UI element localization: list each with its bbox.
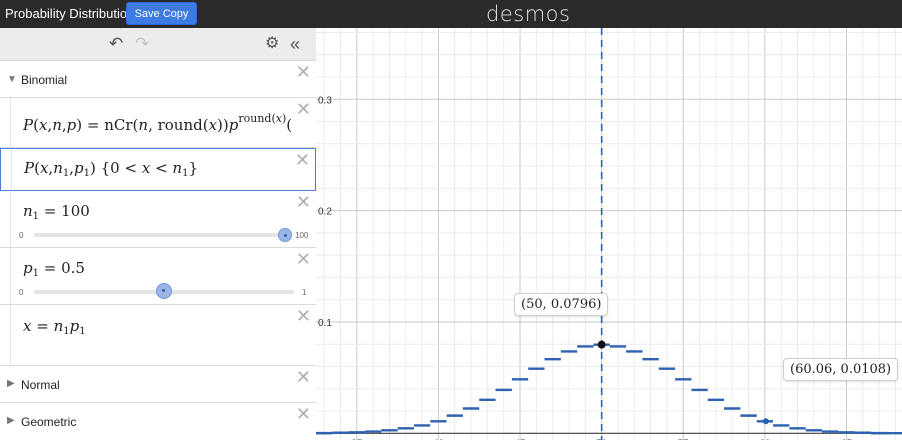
y-tick-label: 0.1 [318,318,332,329]
close-icon[interactable]: ✕ [296,194,311,212]
redo-icon[interactable]: ↷ [135,34,149,54]
folder-label: Normal [21,378,60,392]
caret-right-icon[interactable]: ▶ [7,415,15,426]
slider-track[interactable] [34,233,284,237]
desmos-logo: desmos [486,2,571,26]
folder-label: Binomial [21,73,68,87]
trace-point[interactable] [762,418,769,425]
expression-row-n1[interactable]: n1 = 100 0 100 ✕ [0,191,316,248]
expression-gutter [0,98,11,147]
expression-gutter [1,149,12,190]
close-icon[interactable]: ✕ [296,369,311,387]
graph-paper[interactable]: 354045505560650.10.20.3 (50, 0.0796) (60… [316,28,902,440]
expression-row-p1[interactable]: p1 = 0.5 0 1 ✕ [0,248,316,305]
expression-gutter [0,191,11,247]
slider-max[interactable]: 1 [302,288,306,297]
close-icon[interactable]: ✕ [295,152,310,170]
peak-point[interactable] [597,340,606,349]
n1-value[interactable]: 100 [61,202,90,220]
point-coordinate-label[interactable]: (50, 0.0796) [514,293,609,316]
close-icon[interactable]: ✕ [296,406,311,424]
expression-p1[interactable]: p1 = 0.5 [23,259,85,279]
expression-mean[interactable]: x = n1p1 [23,317,86,337]
expression-gutter [0,248,11,304]
expression-row-1[interactable]: P(x,n,p) = nCr(n, round(x))pround(x)(1 −… [0,98,316,148]
expression-toolbar: ↶ ↷ ⚙ « [0,28,316,61]
gear-icon[interactable]: ⚙ [265,34,279,54]
caret-right-icon[interactable]: ▶ [7,378,15,389]
close-icon[interactable]: ✕ [296,308,311,326]
expression-n1[interactable]: n1 = 100 [23,202,90,222]
p1-slider-handle[interactable] [156,283,172,299]
point-coordinate-label[interactable]: (60.06, 0.0108) [783,358,899,381]
double-chevron-left-icon[interactable]: « [290,34,300,54]
expression-restricted-pmf[interactable]: P(x,n1,p1) {0 < x < n1} [24,159,198,179]
y-tick-label: 0.2 [318,207,332,218]
save-copy-button[interactable]: Save Copy [126,2,197,25]
graph-title[interactable]: Probability Distributions [5,6,141,21]
n1-slider-handle[interactable] [278,228,292,242]
caret-down-icon[interactable]: ▼ [7,74,17,85]
p1-value[interactable]: 0.5 [61,259,85,277]
slider-max[interactable]: 100 [295,231,308,240]
folder-normal[interactable]: ▶ Normal ✕ [0,366,316,403]
top-bar: Probability Distributions Save Copy desm… [0,0,902,28]
expression-gutter [0,305,11,365]
expression-list: ↶ ↷ ⚙ « ▼ Binomial ✕ P(x,n,p) = nCr(n, r… [0,28,316,440]
folder-binomial[interactable]: ▼ Binomial ✕ [0,61,316,98]
undo-icon[interactable]: ↶ [109,34,123,54]
expression-row-mean[interactable]: x = n1p1 ✕ [0,305,316,366]
close-icon[interactable]: ✕ [296,101,311,119]
slider-min[interactable]: 0 [19,231,23,240]
expression-row-2[interactable]: P(x,n1,p1) {0 < x < n1} ✕ [0,148,316,191]
close-icon[interactable]: ✕ [296,64,311,82]
expression-pmf[interactable]: P(x,n,p) = nCr(n, round(x))pround(x)(1 −… [23,112,293,134]
folder-geometric[interactable]: ▶ Geometric ✕ [0,403,316,440]
folder-label: Geometric [21,415,77,429]
close-icon[interactable]: ✕ [296,251,311,269]
y-tick-label: 0.3 [318,95,332,106]
slider-min[interactable]: 0 [19,288,23,297]
